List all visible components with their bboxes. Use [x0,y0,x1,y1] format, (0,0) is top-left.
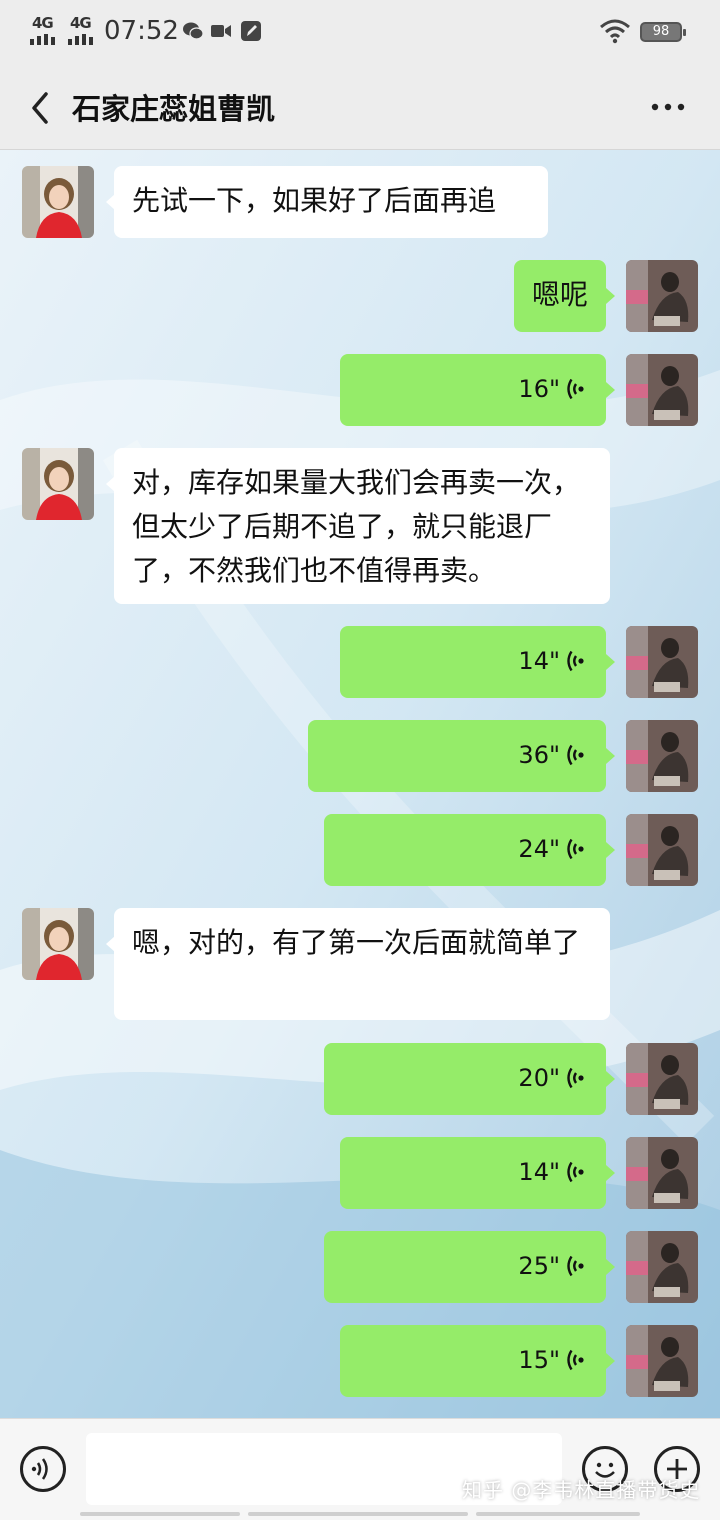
bubble-tail [106,476,115,492]
message-row: 对，库存如果量大我们会再卖一次，但太少了后期不追了，就只能退厂了，不然我们也不值… [0,448,720,604]
message-row: 24" [0,814,720,886]
chevron-left-icon[interactable] [22,86,62,130]
voice-duration: 36" [518,741,560,769]
bubble-tail [606,382,615,398]
voice-message-bubble[interactable]: 15" [340,1325,606,1397]
voice-wave-icon [567,1161,584,1183]
voice-message-bubble[interactable]: 14" [340,626,606,698]
bubble-tail [106,194,115,210]
text-message-bubble[interactable]: 先试一下，如果好了后面再追 [114,166,548,238]
voice-duration: 15" [518,1346,560,1374]
voice-wave-icon [567,838,584,860]
keyboard-hint-bar [476,1512,640,1516]
message-text: 先试一下，如果好了后面再追 [132,184,497,217]
voice-duration: 14" [518,647,560,675]
signal-label-2: 4G [70,14,92,32]
contact-avatar[interactable] [22,448,94,520]
voice-message-bubble[interactable]: 36" [308,720,606,792]
bubble-tail [606,1071,615,1087]
signal-bars-2-icon [68,34,93,45]
voice-duration: 20" [518,1064,560,1092]
voice-message-bubble[interactable]: 16" [340,354,606,426]
my-avatar[interactable] [626,626,698,698]
bubble-tail [606,1165,615,1181]
note-app-icon [241,21,261,41]
input-bar [0,1418,720,1520]
bubble-tail [606,288,615,304]
voice-duration: 24" [518,835,560,863]
voice-message-bubble[interactable]: 25" [324,1231,606,1303]
my-avatar[interactable] [626,354,698,426]
message-row: 15" [0,1325,720,1397]
chat-header: 石家庄蕊姐曹凯 [0,64,720,150]
my-avatar[interactable] [626,1231,698,1303]
my-avatar[interactable] [626,814,698,886]
voice-input-icon[interactable] [20,1446,66,1492]
my-avatar[interactable] [626,1137,698,1209]
message-text: 嗯呢 [532,278,589,311]
my-avatar[interactable] [626,720,698,792]
voice-wave-icon [567,1255,584,1277]
chat-title: 石家庄蕊姐曹凯 [72,92,276,126]
voice-duration: 14" [518,1158,560,1186]
text-message-bubble[interactable]: 对，库存如果量大我们会再卖一次，但太少了后期不追了，就只能退厂了，不然我们也不值… [114,448,610,604]
bubble-tail [606,842,615,858]
status-bar: 4G 4G 07:52 98 [0,0,720,64]
wifi-icon [600,19,630,44]
voice-wave-icon [567,1067,584,1089]
text-message-bubble[interactable]: 嗯呢 [514,260,606,332]
bubble-tail [606,1259,615,1275]
voice-message-bubble[interactable]: 24" [324,814,606,886]
contact-avatar[interactable] [22,166,94,238]
signal-label-1: 4G [32,14,54,32]
message-row: 14" [0,1137,720,1209]
message-row: 16" [0,354,720,426]
message-text: 对，库存如果量大我们会再卖一次，但太少了后期不追了，就只能退厂了，不然我们也不值… [132,466,581,587]
voice-wave-icon [567,1349,584,1371]
keyboard-hint-bar [80,1512,240,1516]
my-avatar[interactable] [626,260,698,332]
bubble-tail [606,1353,615,1369]
signal-bars-1-icon [30,34,55,45]
voice-wave-icon [567,744,584,766]
message-row: 14" [0,626,720,698]
message-row: 先试一下，如果好了后面再追 [0,166,720,238]
message-row: 20" [0,1043,720,1115]
status-time: 07:52 [104,16,179,46]
my-avatar[interactable] [626,1043,698,1115]
voice-duration: 25" [518,1252,560,1280]
message-row: 36" [0,720,720,792]
voice-message-bubble[interactable]: 14" [340,1137,606,1209]
wechat-icon [183,22,204,40]
watermark-text: 知乎 @李韦林直播带货史 [462,1478,701,1502]
keyboard-hint-bar [248,1512,468,1516]
message-row: 嗯呢 [0,260,720,332]
chat-screen: 4G 4G 07:52 98 石家庄蕊姐曹凯 先试一下，如果好了后面再追 嗯呢 … [0,0,720,1520]
voice-message-bubble[interactable]: 20" [324,1043,606,1115]
voice-wave-icon [567,378,584,400]
message-row: 嗯，对的，有了第一次后面就简单了 [0,908,720,1020]
voice-wave-icon [567,650,584,672]
text-message-bubble[interactable]: 嗯，对的，有了第一次后面就简单了 [114,908,610,1020]
more-dots-icon[interactable] [650,94,686,120]
bubble-tail [606,654,615,670]
bubble-tail [606,748,615,764]
message-row: 25" [0,1231,720,1303]
bubble-tail [106,936,115,952]
battery-indicator: 98 [640,22,686,42]
message-text: 嗯，对的，有了第一次后面就简单了 [132,926,581,959]
video-icon [211,25,231,37]
my-avatar[interactable] [626,1325,698,1397]
voice-duration: 16" [518,375,560,403]
contact-avatar[interactable] [22,908,94,980]
